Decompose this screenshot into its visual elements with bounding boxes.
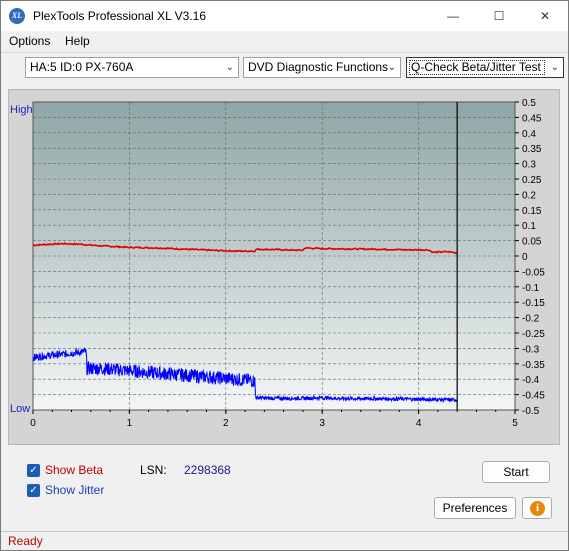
x-tick-label: 2 xyxy=(223,418,229,429)
chevron-down-icon: ⌄ xyxy=(225,62,234,73)
function-select-value: DVD Diagnostic Functions xyxy=(248,60,389,74)
y-tick-label: 0.1 xyxy=(522,221,536,232)
close-button[interactable]: ✕ xyxy=(522,1,568,31)
start-button[interactable]: Start xyxy=(482,461,550,483)
x-tick-label: 0 xyxy=(30,418,36,429)
bottom-panel: ✓ Show Beta ✓ Show Jitter LSN: 2298368 S… xyxy=(8,454,560,524)
preferences-button-label: Preferences xyxy=(442,501,508,515)
beta-jitter-chart: 0.5 0.45 0.4 0.35 0.3 0.25 0.2 0.15 0.1 0.05 0 -0.0… xyxy=(10,98,545,429)
show-beta-label[interactable]: Show Beta xyxy=(45,463,103,477)
show-jitter-label[interactable]: Show Jitter xyxy=(45,483,104,497)
y-tick-label: -0.25 xyxy=(522,329,545,340)
y-tick-label: -0.15 xyxy=(522,298,545,309)
minimize-button[interactable]: — xyxy=(430,1,476,31)
y-tick-label: 0.3 xyxy=(522,160,536,171)
menu-options[interactable]: Options xyxy=(9,34,50,48)
window-title: PlexTools Professional XL V3.16 xyxy=(33,9,206,23)
plot-panel: 0.5 0.45 0.4 0.35 0.3 0.25 0.2 0.15 0.1 0.05 0 -0.0… xyxy=(8,89,560,445)
drive-select-value: HA:5 ID:0 PX-760A xyxy=(30,60,134,74)
info-button[interactable]: i xyxy=(522,497,552,519)
y-tick-label: 0 xyxy=(522,252,528,263)
maximize-button[interactable]: ☐ xyxy=(476,1,522,31)
y-tick-label: 0.35 xyxy=(522,144,542,155)
menu-help[interactable]: Help xyxy=(65,34,90,48)
toolbar: HA:5 ID:0 PX-760A ⌄ DVD Diagnostic Funct… xyxy=(1,52,568,80)
y-tick-label: -0.4 xyxy=(522,375,540,386)
y-tick-label: -0.45 xyxy=(522,391,545,402)
y-tick-label: 0.25 xyxy=(522,175,542,186)
y-tick-label: -0.1 xyxy=(522,283,540,294)
menu-bar: Options Help xyxy=(1,31,568,52)
x-tick-label: 5 xyxy=(512,418,518,429)
x-tick-label: 1 xyxy=(127,418,133,429)
low-label: Low xyxy=(10,403,30,415)
plextools-logo-icon: XL xyxy=(9,8,25,24)
y-tick-label: -0.5 xyxy=(522,406,540,417)
chevron-down-icon: ⌄ xyxy=(550,62,559,73)
test-select[interactable]: Q-Check Beta/Jitter Test ⌄ xyxy=(406,57,564,78)
x-tick-label: 4 xyxy=(416,418,422,429)
y-tick-label: -0.2 xyxy=(522,314,540,325)
preferences-button[interactable]: Preferences xyxy=(434,497,516,519)
show-beta-checkbox[interactable]: ✓ xyxy=(27,464,40,477)
info-icon: i xyxy=(530,501,545,516)
start-button-label: Start xyxy=(503,465,529,479)
lsn-value: 2298368 xyxy=(184,463,231,477)
y-tick-label: -0.35 xyxy=(522,360,545,371)
y-tick-label: -0.3 xyxy=(522,344,540,355)
high-label: High xyxy=(10,104,33,116)
function-select[interactable]: DVD Diagnostic Functions ⌄ xyxy=(243,57,401,78)
main-window: XL PlexTools Professional XL V3.16 — ☐ ✕… xyxy=(0,0,569,551)
focus-rectangle xyxy=(409,60,545,75)
x-tick-label: 3 xyxy=(319,418,325,429)
title-bar: XL PlexTools Professional XL V3.16 — ☐ ✕ xyxy=(1,1,568,31)
y-tick-label: 0.15 xyxy=(522,206,542,217)
y-tick-label: 0.2 xyxy=(522,190,536,201)
lsn-label: LSN: xyxy=(140,463,167,477)
y-tick-label: 0.5 xyxy=(522,98,536,109)
y-tick-label: 0.45 xyxy=(522,113,542,124)
y-tick-label: -0.05 xyxy=(522,267,545,278)
y-tick-label: 0.05 xyxy=(522,237,542,248)
show-jitter-checkbox[interactable]: ✓ xyxy=(27,484,40,497)
status-bar: Ready xyxy=(1,531,568,550)
drive-select[interactable]: HA:5 ID:0 PX-760A ⌄ xyxy=(25,57,239,78)
y-tick-label: 0.4 xyxy=(522,129,536,140)
chevron-down-icon: ⌄ xyxy=(387,62,396,73)
status-text: Ready xyxy=(8,534,43,548)
